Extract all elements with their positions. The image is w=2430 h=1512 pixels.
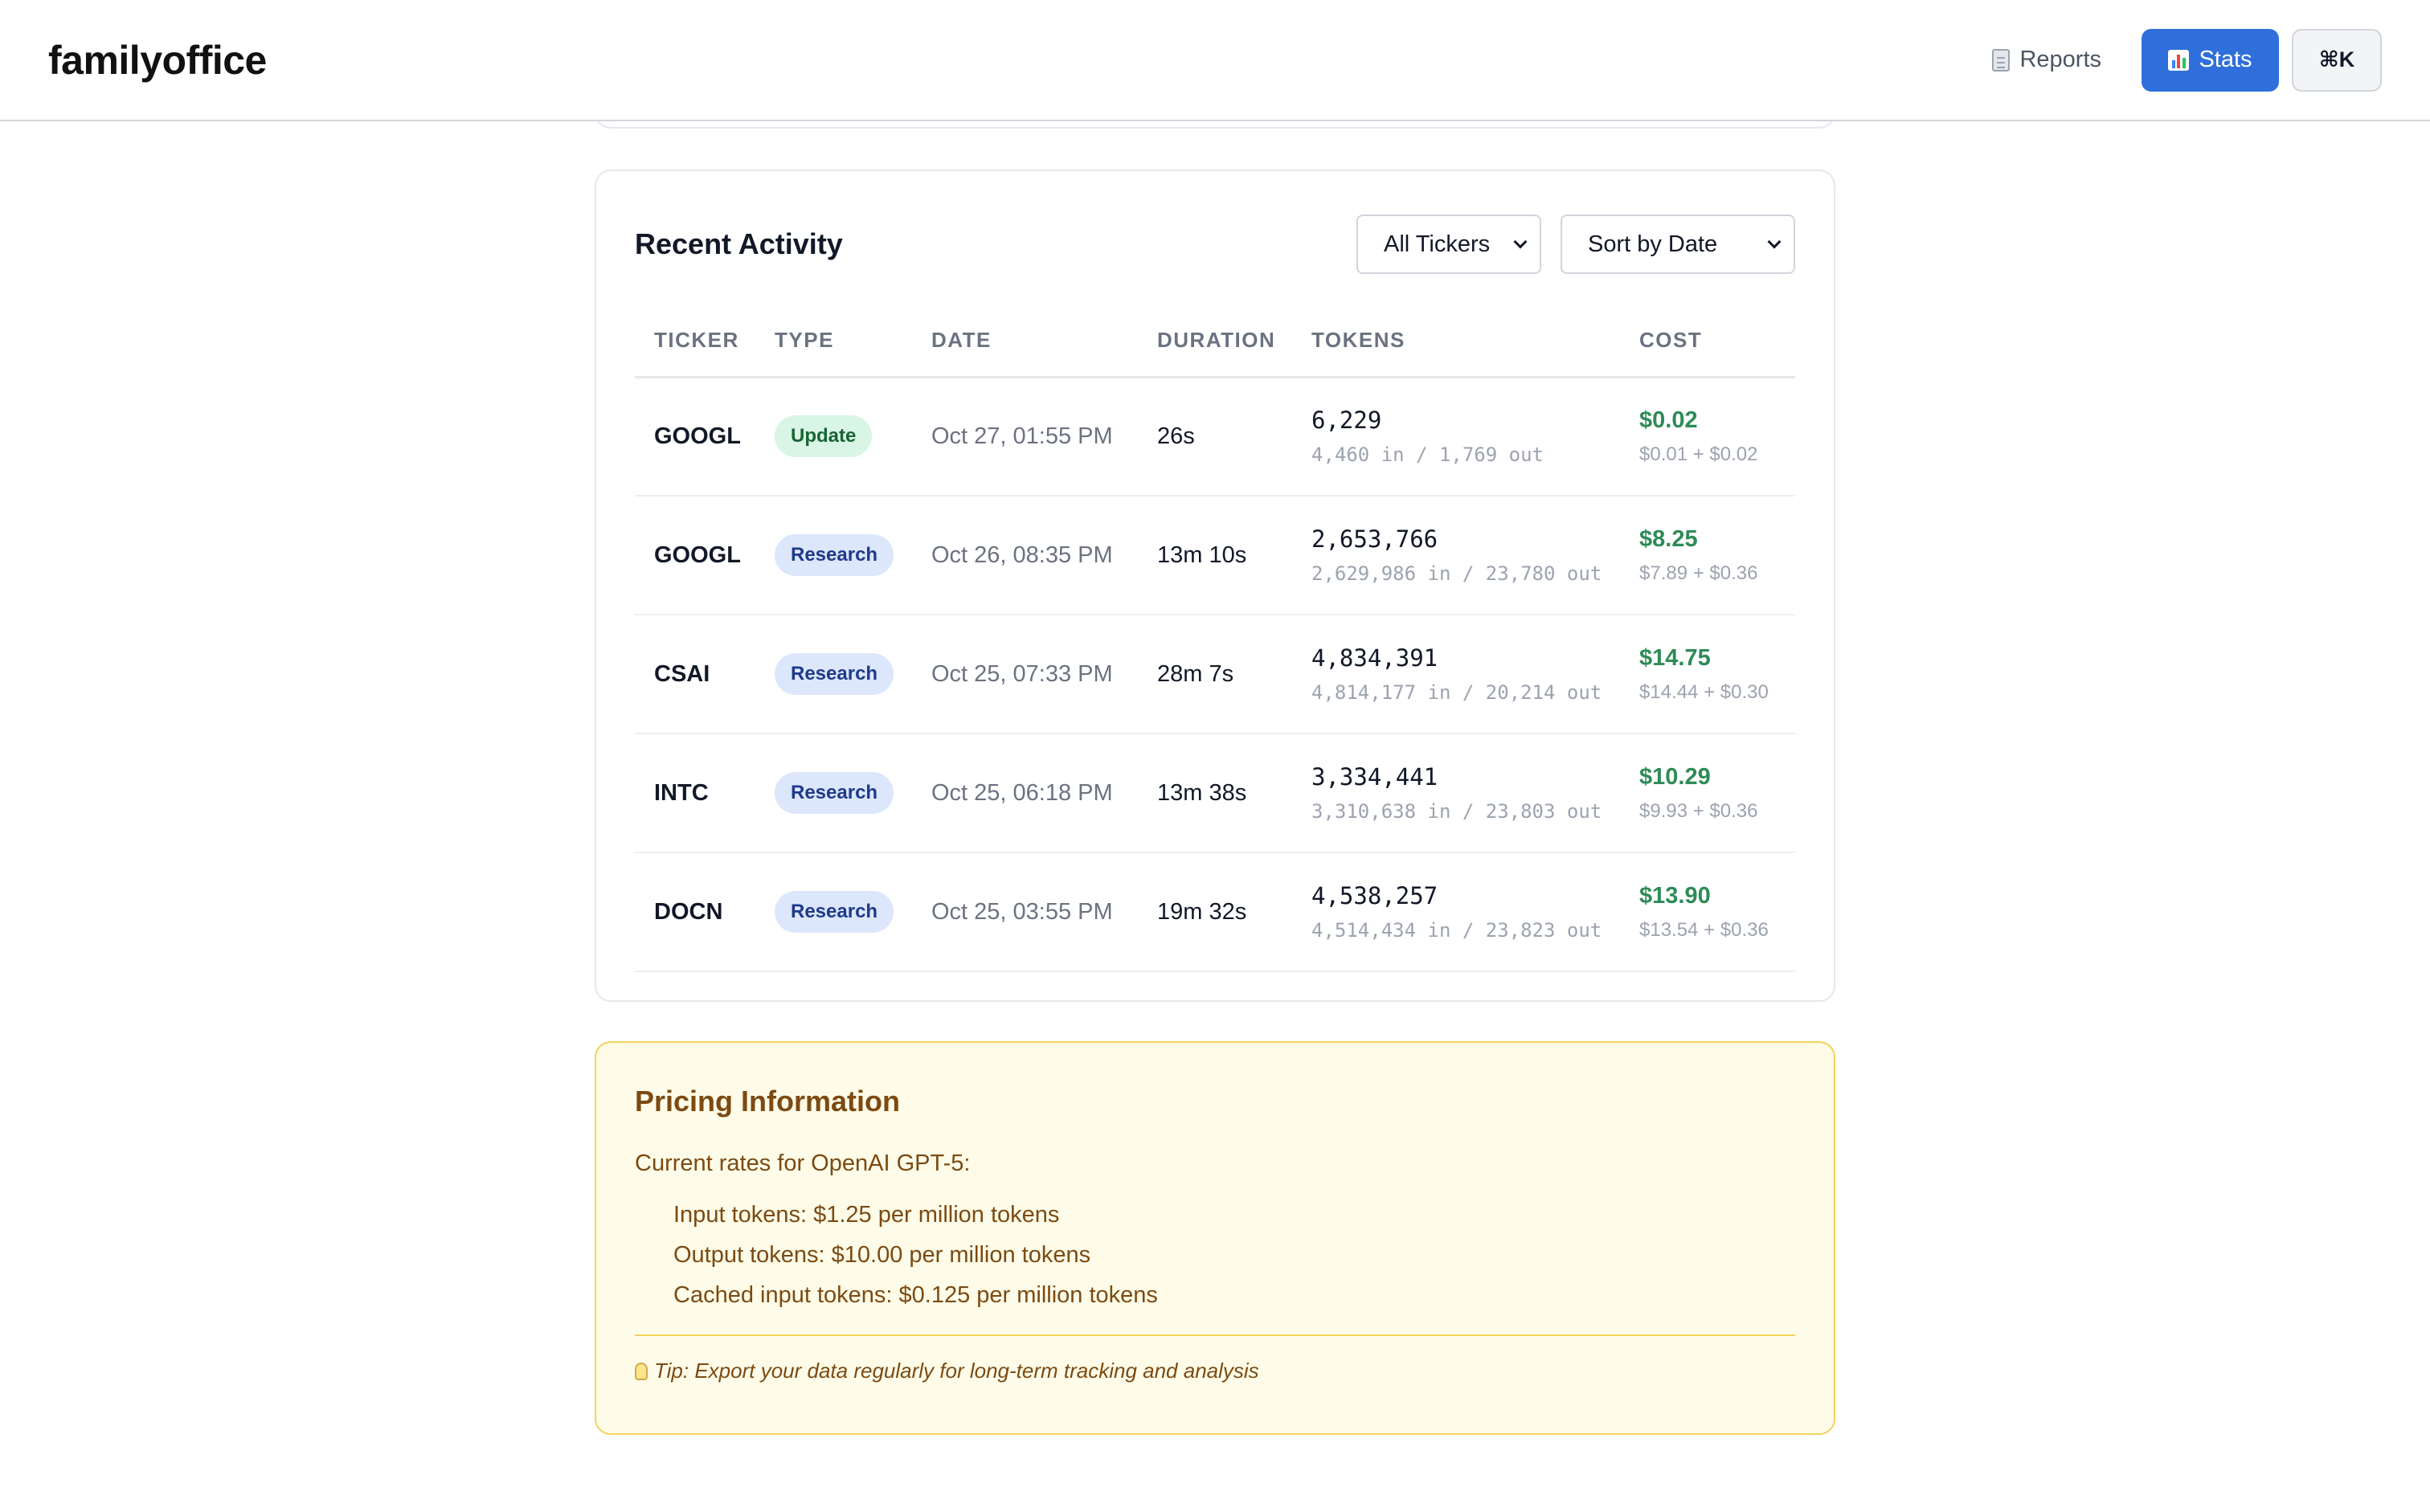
duration-cell: 13m 38s [1157,779,1247,806]
ticker-cell: DOCN [654,898,723,925]
cost-total: $10.29 [1639,763,1711,790]
column-header-date[interactable]: DATE [912,304,1138,378]
tokens-breakdown: 3,310,638 in / 23,803 out [1311,800,1602,823]
activity-filters: All Tickers Sort by Date [1356,215,1795,274]
recent-activity-header: Recent Activity All Tickers Sort by Date [635,171,1795,304]
lightbulb-icon [635,1362,648,1380]
ticker-cell: GOOGL [654,541,741,568]
pricing-tip-text: Tip: Export your data regularly for long… [654,1359,1259,1383]
ticker-filter-value: All Tickers [1384,231,1491,257]
type-badge: Research [775,534,894,576]
duration-cell: 13m 10s [1157,541,1247,568]
duration-cell: 19m 32s [1157,898,1247,925]
chevron-down-icon [1513,235,1528,249]
cost-total: $13.90 [1639,882,1711,909]
stats-button[interactable]: Stats [2142,28,2279,92]
ticker-filter-select[interactable]: All Tickers [1356,215,1541,274]
tokens-total: 4,538,257 [1311,882,1438,909]
duration-cell: 28m 7s [1157,660,1234,687]
date-cell: Oct 26, 08:35 PM [931,541,1113,568]
brand-logo[interactable]: familyoffice [48,37,267,84]
pricing-intro: Current rates for OpenAI GPT-5: [635,1150,971,1176]
column-header-ticker[interactable]: TICKER [635,304,755,378]
column-header-cost[interactable]: COST [1620,304,1795,378]
tokens-total: 6,229 [1311,407,1382,435]
table-row[interactable]: GOOGL Research Oct 26, 08:35 PM 13m 10s … [635,496,1795,615]
column-header-type[interactable]: TYPE [755,304,912,378]
sort-select[interactable]: Sort by Date [1561,215,1795,274]
type-badge: Research [775,653,894,695]
table-row[interactable]: GOOGL Update Oct 27, 01:55 PM 26s 6,229 … [635,377,1795,497]
recent-activity-title: Recent Activity [635,227,843,260]
table-header-row: TICKER TYPE DATE DURATION TOKENS COST [635,304,1795,378]
table-row[interactable]: DOCN Research Oct 25, 03:55 PM 19m 32s 4… [635,852,1795,972]
ticker-cell: GOOGL [654,423,741,449]
type-badge: Research [775,891,894,933]
date-cell: Oct 27, 01:55 PM [931,423,1113,449]
tokens-total: 3,334,441 [1311,763,1438,791]
reports-link-label: Reports [2019,47,2101,72]
top-nav: Reports Stats ⌘K [1992,28,2382,92]
rate-output-tokens: Output tokens: $10.00 per million tokens [673,1242,1091,1268]
sort-select-value: Sort by Date [1588,231,1718,257]
tokens-breakdown: 4,814,177 in / 20,214 out [1311,681,1602,704]
pricing-rates-list: Input tokens: $1.25 per million tokens O… [635,1195,1795,1315]
pricing-divider [635,1334,1795,1336]
type-badge: Research [775,772,894,814]
top-bar: familyoffice Reports Stats ⌘K [0,0,2430,121]
date-cell: Oct 25, 07:33 PM [931,660,1113,687]
ticker-cell: CSAI [654,660,710,687]
activity-table: TICKER TYPE DATE DURATION TOKENS COST GO… [635,304,1795,972]
cost-breakdown: $14.44 + $0.30 [1639,680,1769,703]
reports-link[interactable]: Reports [1992,47,2101,73]
bar-chart-icon [2168,49,2190,71]
cost-breakdown: $9.93 + $0.36 [1639,799,1758,822]
command-palette-button[interactable]: ⌘K [2292,28,2382,92]
cost-breakdown: $7.89 + $0.36 [1639,562,1758,584]
cost-breakdown: $0.01 + $0.02 [1639,443,1758,465]
tokens-breakdown: 4,514,434 in / 23,823 out [1311,919,1602,942]
ticker-cell: INTC [654,779,709,806]
chevron-down-icon [1767,235,1782,249]
pricing-info-card: Pricing Information Current rates for Op… [595,1041,1835,1435]
duration-cell: 26s [1157,423,1195,449]
date-cell: Oct 25, 06:18 PM [931,779,1113,806]
cost-breakdown: $13.54 + $0.36 [1639,918,1769,941]
pricing-tip: Tip: Export your data regularly for long… [635,1359,1795,1383]
cost-total: $0.02 [1639,407,1698,433]
type-badge: Update [775,415,873,458]
rate-cached-input-tokens: Cached input tokens: $0.125 per million … [673,1282,1158,1308]
stats-button-label: Stats [2199,47,2252,72]
recent-activity-card: Recent Activity All Tickers Sort by Date… [595,170,1835,1002]
tokens-breakdown: 4,460 in / 1,769 out [1311,443,1544,467]
document-icon [1992,48,2011,72]
cost-total: $8.25 [1639,525,1698,552]
tokens-breakdown: 2,629,986 in / 23,780 out [1311,562,1602,585]
column-header-duration[interactable]: DURATION [1138,304,1292,378]
tokens-total: 2,653,766 [1311,525,1438,553]
date-cell: Oct 25, 03:55 PM [931,898,1113,925]
column-header-tokens[interactable]: TOKENS [1292,304,1620,378]
table-row[interactable]: INTC Research Oct 25, 06:18 PM 13m 38s 3… [635,734,1795,853]
pricing-title: Pricing Information [635,1085,901,1118]
tokens-total: 4,834,391 [1311,644,1438,672]
cost-total: $14.75 [1639,644,1711,671]
rate-input-tokens: Input tokens: $1.25 per million tokens [673,1202,1060,1228]
table-row[interactable]: CSAI Research Oct 25, 07:33 PM 28m 7s 4,… [635,615,1795,734]
